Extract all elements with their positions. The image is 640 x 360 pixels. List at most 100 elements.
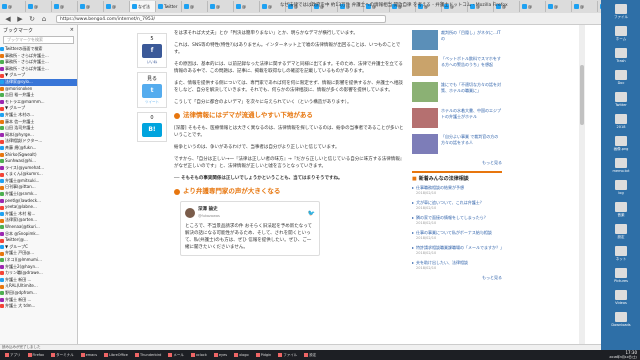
- article-link[interactable]: 「ペットボトル飲料でスマホをする方への警告のうち」を想起: [441, 56, 502, 78]
- article-link[interactable]: ホテルの水着大書、中国のエジプトの弁護士がホテル: [441, 108, 502, 130]
- bookmark-item[interactable]: peetl@(lawdeck...: [0, 198, 77, 205]
- bookmark-item[interactable]: Sunhwas(@hi...: [0, 158, 77, 165]
- browser-tab[interactable]: なぜ法: [130, 1, 156, 12]
- taskbar-item[interactable]: eyes: [212, 352, 229, 359]
- consultation-link[interactable]: 仕事の事業について私がボーナス給与相談: [416, 230, 492, 236]
- desktop-icon[interactable]: Pictures: [606, 268, 636, 284]
- bookmark-item[interactable]: 野田(@dpfrom...: [0, 290, 77, 297]
- bookmark-item[interactable]: Wnenaa(@tkuri...: [0, 224, 77, 231]
- browser-tab[interactable]: Twitter: [156, 1, 182, 12]
- home-icon[interactable]: ⌂: [40, 15, 48, 23]
- taskbar-item[interactable]: Pidgin: [254, 352, 274, 359]
- bookmark-item[interactable]: 山田 浩司弁護士: [0, 125, 77, 132]
- article-link[interactable]: 誰にでも「不適切な方々の話を対策、ホテルの職業に」: [441, 82, 502, 104]
- bookmark-item[interactable]: 弁護士 新田 ...: [0, 297, 77, 304]
- browser-tab[interactable]: @: [208, 1, 234, 12]
- browser-tab[interactable]: @: [78, 1, 104, 12]
- close-icon[interactable]: ×: [70, 27, 74, 33]
- browser-tab[interactable]: @: [234, 1, 260, 12]
- tweet-label[interactable]: ツイート: [138, 100, 166, 105]
- bookmark-item[interactable]: 弁護士(@snmk...: [0, 191, 77, 198]
- bookmark-item[interactable]: 事務所 - さらば弁護士...: [0, 66, 77, 73]
- bookmark-item[interactable]: えRAL(Ultimite...: [0, 283, 77, 290]
- hatena-bookmark-button[interactable]: B!: [142, 123, 162, 137]
- consultation-item[interactable]: ▸ 夫を助け出したい、法律相談 2018/02/10: [412, 260, 502, 271]
- forward-icon[interactable]: ▶: [16, 15, 24, 23]
- bookmark-item[interactable]: 吉田 裕一弁護士: [0, 92, 77, 99]
- browser-tab[interactable]: @: [182, 1, 208, 12]
- bookmark-item[interactable]: モトラエ@marmm...: [0, 99, 77, 106]
- desktop-icon[interactable]: 2018: [606, 114, 636, 130]
- like-label[interactable]: いいね: [138, 60, 166, 65]
- taskbar-item[interactable]: アプリ: [3, 352, 23, 359]
- article-thumbnail[interactable]: [412, 134, 438, 154]
- browser-tab[interactable]: @: [572, 1, 598, 12]
- taskbar-item[interactable]: ファイル: [276, 352, 299, 359]
- scrollbar[interactable]: [579, 25, 585, 350]
- bookmark-item[interactable]: 事務所 - さらば弁護士...: [0, 53, 77, 60]
- browser-tab[interactable]: @: [546, 1, 572, 12]
- consultation-item[interactable]: ▸ 特許請求相談職業課職場の「メールでますか？」 2018/02/10: [412, 245, 504, 256]
- taskbar-item[interactable]: ターミナル: [49, 352, 76, 359]
- bookmark-item[interactable]: 岡本(@hyrge...: [0, 132, 77, 139]
- url-bar[interactable]: https://www.bengo4.com/internet/n_7953/: [56, 14, 386, 23]
- bookmark-item[interactable]: 弁護士 木村の...: [0, 112, 77, 119]
- desktop-icon[interactable]: Downloads: [606, 312, 636, 328]
- avatar[interactable]: [185, 208, 195, 218]
- bookmark-item[interactable]: (ネコ)(@lmmumi...: [0, 257, 77, 264]
- bookmark-item[interactable]: ライス(@yumehat...: [0, 165, 77, 172]
- desktop-icon[interactable]: log: [606, 180, 636, 196]
- taskbar-item[interactable]: emacs: [79, 352, 99, 359]
- bookmark-item[interactable]: Twitterの画面で検索: [0, 46, 77, 53]
- bookmark-item[interactable]: 弁護士2(@hayn...: [0, 264, 77, 271]
- embedded-tweet[interactable]: 深澤 諭史 @fukazawas 🐦 ところで、不当景品請求の件 おそらく旧法起…: [180, 201, 320, 256]
- bookmark-item[interactable]: ▼ グループ: [0, 105, 77, 112]
- desktop-icon[interactable]: Videos: [606, 290, 636, 306]
- consultation-link[interactable]: 犬が車に追いついて、これは弁護士？: [416, 200, 484, 206]
- bookmark-item[interactable]: 法律相談(ドクター...: [0, 138, 77, 145]
- facebook-share-button[interactable]: f: [142, 44, 162, 58]
- desktop-icon[interactable]: ネット: [606, 246, 636, 262]
- consultation-item[interactable]: ▸ 犬が車に追いついて、これは弁護士？ 2018/02/10: [412, 200, 502, 211]
- scrollbar-thumb[interactable]: [580, 65, 584, 125]
- back-icon[interactable]: ◀: [4, 15, 12, 23]
- desktop-icon[interactable]: 設定: [606, 224, 636, 240]
- bookmark-item[interactable]: 斉藤 規(@fukn...: [0, 145, 77, 152]
- consultation-item[interactable]: ▸ 仕事の事業について私がボーナス給与相談 2018/02/10: [412, 230, 502, 241]
- browser-tab[interactable]: @: [520, 1, 546, 12]
- more-link[interactable]: もっと見る: [412, 160, 502, 166]
- consultation-link[interactable]: 仕事職務相談の結果が予想: [416, 185, 464, 191]
- bookmark-search-input[interactable]: ブックマークを検索: [3, 36, 74, 44]
- related-article-item[interactable]: ホテルの水着大書、中国のエジプトの弁護士がホテル: [412, 108, 502, 130]
- consultation-link[interactable]: 隣の家で面接の情報をしてしまったら？: [416, 215, 488, 221]
- bookmark-item[interactable]: 弁護士 木村 裕...: [0, 211, 77, 218]
- article-thumbnail[interactable]: [412, 82, 438, 102]
- related-article-item[interactable]: 誰にでも「不適切な方々の話を対策、ホテルの職業に」: [412, 82, 502, 104]
- tweet-author-handle[interactable]: @fukazawas: [198, 213, 220, 220]
- browser-tab[interactable]: @: [104, 1, 130, 12]
- taskbar-item[interactable]: Firefox: [26, 352, 47, 359]
- bookmark-item[interactable]: 法律家@sylo...: [0, 78, 77, 86]
- consultation-link[interactable]: 夫を助け出したい、法律相談: [416, 260, 468, 266]
- browser-tab[interactable]: @: [52, 1, 78, 12]
- bookmark-item[interactable]: くまくん(@kumrs...: [0, 171, 77, 178]
- taskbar-item[interactable]: xlogo: [232, 352, 251, 359]
- bookmark-item[interactable]: 谷本 @Snopimk...: [0, 231, 77, 238]
- reload-icon[interactable]: ↻: [28, 15, 36, 23]
- article-thumbnail[interactable]: [412, 56, 438, 76]
- desktop-icon[interactable]: memo.txt: [606, 158, 636, 174]
- browser-tab[interactable]: @: [0, 1, 26, 12]
- bookmark-item[interactable]: yeeta(@labne...: [0, 204, 77, 211]
- taskbar-item[interactable]: xclock: [189, 352, 209, 359]
- taskbar-item[interactable]: Thunderbird: [133, 352, 163, 359]
- consultation-link[interactable]: 特許請求相談職業課職場の「メールでますか？」: [416, 245, 504, 251]
- desktop-icon[interactable]: ファイル: [606, 4, 636, 20]
- bookmark-item[interactable]: @morisnoken: [0, 86, 77, 93]
- desktop-icon[interactable]: ホーム: [606, 26, 636, 42]
- bookmark-item[interactable]: カリン職(@drawe...: [0, 270, 77, 277]
- bookmark-item[interactable]: ▼ グループ: [0, 72, 77, 79]
- desktop-icon[interactable]: Twitter: [606, 92, 636, 108]
- taskbar-item[interactable]: メール: [166, 352, 186, 359]
- bookmark-item[interactable]: 弁護士@mitsuki...: [0, 178, 77, 185]
- bookmark-item[interactable]: Shirko(Sgwealt): [0, 152, 77, 159]
